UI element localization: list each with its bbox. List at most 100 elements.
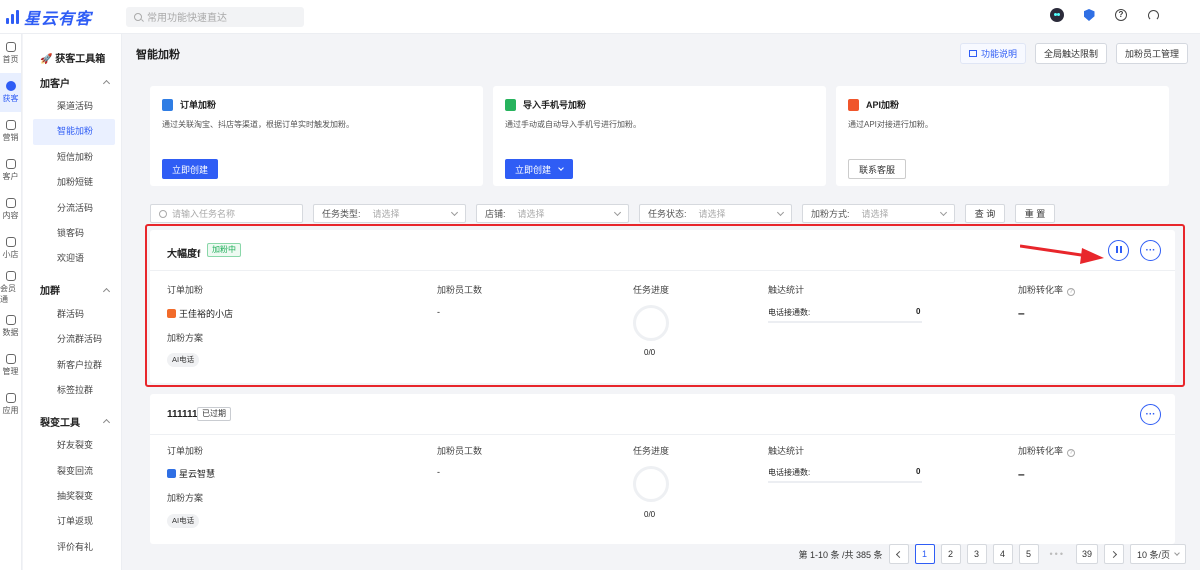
rail-item-apps[interactable]: 应用	[0, 385, 21, 424]
shop-icon	[5, 237, 16, 247]
shop-name: 星云智慧	[167, 467, 215, 480]
progress-value: 0/0	[644, 510, 656, 519]
page-button[interactable]: 3	[966, 544, 987, 564]
subnav-item-smart-fans[interactable]: 智能加粉	[33, 119, 115, 145]
page-button[interactable]: 2	[940, 544, 961, 564]
create-import-fans-button[interactable]: 立即创建	[505, 159, 574, 179]
feature-help-button[interactable]: 功能说明	[959, 43, 1026, 64]
import-phone-card: 导入手机号加粉 通过手动或自动导入手机号进行加粉。 立即创建	[493, 86, 826, 186]
card-description: 通过API对接进行加粉。	[848, 120, 933, 129]
order-icon	[162, 98, 173, 111]
subnav-item[interactable]: 欢迎语	[33, 246, 115, 271]
reach-item-label: 电话接通数:	[768, 468, 811, 477]
nav-group-add-group[interactable]: 加群	[23, 278, 121, 302]
subnav-item[interactable]: 渠道活码	[33, 94, 115, 119]
folder-icon	[5, 198, 16, 208]
staff-management-button[interactable]: 加粉员工管理	[1115, 43, 1188, 64]
api-icon	[848, 98, 859, 111]
task-card: 111111 已过期 ··· 订单加粉 星云智慧 加粉方案 AI电话 加粉员工数…	[150, 394, 1175, 544]
pagination: 第 1-10 条 /共 385 条 1 2 3 4 5 ••• 39 10 条/…	[798, 544, 1186, 564]
more-icon: ···	[1145, 409, 1156, 420]
page-title: 智能加粉	[136, 49, 180, 61]
page-button[interactable]: 1	[914, 544, 935, 564]
rail-item-acquire[interactable]: 获客	[0, 73, 21, 112]
order-fans-card: 订单加粉 通过关联淘宝、抖店等渠道，根据订单实时触发加粉。 立即创建	[150, 86, 483, 186]
subnav-item[interactable]: 短信加粉	[33, 145, 115, 170]
chevron-down-icon	[776, 208, 785, 217]
page-size-select[interactable]: 10 条/页	[1130, 544, 1186, 564]
task-status-select[interactable]: 任务状态: 请选择	[639, 204, 792, 223]
app-logo[interactable]: 星云有客	[6, 5, 121, 29]
subnav-item[interactable]: 锁客码	[33, 221, 115, 246]
subnav-item[interactable]: 加粉短链	[33, 170, 115, 195]
rate-value: –	[1018, 467, 1025, 481]
help-icon[interactable]: ?	[1114, 8, 1128, 22]
subnav-item[interactable]: 评价有礼	[33, 535, 115, 560]
page-button[interactable]: 4	[992, 544, 1013, 564]
next-page-button[interactable]	[1104, 544, 1124, 564]
rail-item-marketing[interactable]: 营销	[0, 112, 21, 151]
rail-item-shop[interactable]: 小店	[0, 229, 21, 268]
subnav-item[interactable]: 分流活码	[33, 196, 115, 221]
subnav-item[interactable]: 好友裂变	[33, 433, 115, 458]
subnav-item[interactable]: 分流群活码	[33, 327, 115, 352]
chevron-down-icon	[613, 208, 622, 217]
page-button[interactable]: 5	[1018, 544, 1039, 564]
shield-icon[interactable]	[1082, 8, 1096, 22]
more-button[interactable]: ···	[1140, 404, 1161, 425]
chevron-right-icon	[1109, 550, 1117, 558]
marketing-icon	[5, 120, 16, 130]
prev-page-button[interactable]	[888, 544, 909, 564]
nav-group-add-customer[interactable]: 加客户	[23, 70, 121, 94]
rail-item-data[interactable]: 数据	[0, 307, 21, 346]
subnav-item[interactable]: 裂变回流	[33, 459, 115, 484]
filter-bar: 请输入任务名称 任务类型: 请选择 店铺: 请选择 任务状态: 请选择 加粉方式: 请选…	[150, 204, 1055, 223]
subnav-item[interactable]: 群活码	[33, 302, 115, 327]
rail-item-manage[interactable]: 管理	[0, 346, 21, 385]
top-bar: 星云有客 常用功能快速直达 ?	[0, 0, 1200, 34]
robot-assistant-icon[interactable]	[1050, 8, 1064, 22]
global-reach-limit-button[interactable]: 全局触达限制	[1034, 43, 1107, 64]
member-icon	[5, 270, 16, 281]
progress-label: 任务进度	[633, 446, 670, 456]
contact-support-button[interactable]: 联系客服	[848, 159, 907, 179]
search-icon	[134, 12, 142, 21]
subnav-item[interactable]: 订单返现	[33, 509, 115, 534]
rail-item-member[interactable]: 会员通	[0, 268, 21, 307]
rail-item-home[interactable]: 首页	[0, 34, 21, 73]
chevron-left-icon	[895, 550, 904, 558]
app-icon	[5, 393, 16, 403]
info-icon[interactable]: ?	[1067, 449, 1076, 457]
reach-item-value: 0	[916, 467, 921, 476]
chevron-down-icon	[558, 165, 564, 171]
task-type-select[interactable]: 任务类型: 请选择	[313, 204, 466, 223]
task-name-search-input[interactable]: 请输入任务名称	[150, 204, 303, 223]
page-button[interactable]: 39	[1075, 544, 1098, 564]
reach-label: 触达统计	[768, 446, 805, 456]
chevron-down-icon	[450, 208, 459, 217]
global-search-input[interactable]: 常用功能快速直达	[126, 6, 304, 27]
rail-item-customer[interactable]: 客户	[0, 151, 21, 190]
subnav-title: 🚀 获客工具箱	[40, 54, 106, 65]
fans-method-select[interactable]: 加粉方式: 请选择	[802, 204, 955, 223]
pagination-summary: 第 1-10 条 /共 385 条	[798, 549, 883, 560]
secondary-nav: 🚀 获客工具箱 加客户 渠道活码 智能加粉 短信加粉 加粉短链 分流活码 锁客码…	[23, 34, 122, 570]
shop-select[interactable]: 店铺: 请选择	[476, 204, 629, 223]
chevron-down-icon	[939, 208, 948, 217]
subnav-item[interactable]: 抽奖裂变	[33, 484, 115, 509]
rail-item-content[interactable]: 内容	[0, 190, 21, 229]
reset-button[interactable]: 重 置	[1015, 204, 1055, 223]
chart-icon	[5, 315, 16, 325]
plan-label: 加粉方案	[167, 493, 204, 503]
global-search-placeholder: 常用功能快速直达	[147, 13, 227, 24]
subnav-item[interactable]: 新客户拉群	[33, 353, 115, 378]
logo-icon	[6, 9, 20, 24]
create-order-fans-button[interactable]: 立即创建	[162, 159, 219, 179]
subnav-item[interactable]: 标签拉群	[33, 378, 115, 403]
card-description: 通过关联淘宝、抖店等渠道，根据订单实时触发加粉。	[162, 120, 354, 129]
nav-group-fission[interactable]: 裂变工具	[23, 409, 121, 433]
page-ellipsis[interactable]: •••	[1045, 544, 1070, 564]
progress-ring	[633, 466, 669, 502]
headset-icon[interactable]	[1146, 8, 1160, 22]
query-button[interactable]: 查 询	[965, 204, 1005, 223]
